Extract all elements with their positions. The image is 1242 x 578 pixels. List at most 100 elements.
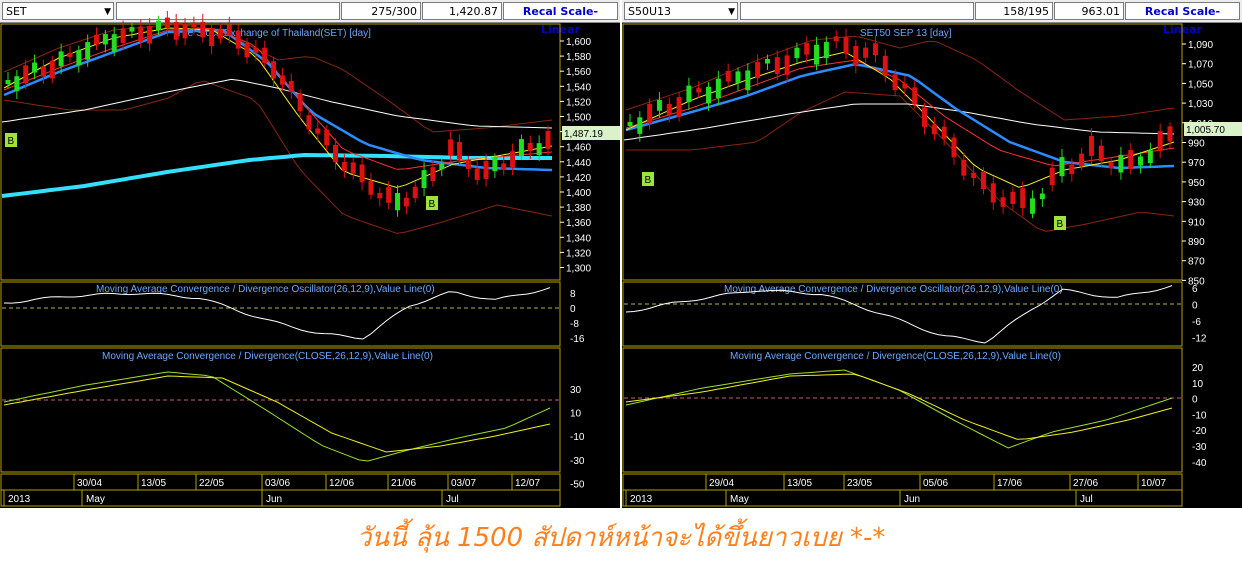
- price-tick-label: 890: [1188, 237, 1205, 248]
- candle-body: [226, 24, 232, 36]
- candle-body: [912, 87, 918, 105]
- price-tick-label: 1,360: [566, 218, 591, 229]
- white-moving-average-line: [1, 78, 553, 129]
- macd-tick-label: -50: [570, 479, 585, 490]
- oscillator-tick-label: -6: [1192, 317, 1201, 328]
- month-label: Jun: [266, 494, 282, 505]
- price-tick-label: 910: [1188, 217, 1205, 228]
- date-label: 21/06: [391, 478, 416, 489]
- candle-body: [951, 137, 957, 158]
- buy-signal-label: B: [8, 136, 15, 147]
- oscillator-line: [3, 287, 551, 340]
- candle-body: [474, 168, 480, 181]
- last-price-label: 1,005.70: [1186, 125, 1225, 136]
- candle-body: [892, 74, 898, 91]
- candle-body: [341, 161, 347, 171]
- price-tick-label: 1,440: [566, 158, 591, 169]
- candle-body: [14, 76, 20, 92]
- macd-tick-label: -40: [1192, 458, 1207, 469]
- candle-body: [823, 42, 829, 59]
- candle-body: [1118, 154, 1124, 173]
- price-tick-label: 1,380: [566, 203, 591, 214]
- candle-body: [1079, 153, 1085, 167]
- macd-pane: [0, 347, 561, 473]
- oscillator-tick-label: 0: [1192, 301, 1198, 312]
- buy-signal-label: B: [429, 199, 436, 210]
- candle-body: [102, 34, 108, 45]
- oscillator-tick-label: -8: [570, 319, 579, 330]
- candle-body: [990, 183, 996, 203]
- candle-body: [922, 107, 928, 127]
- price-tick-label: 870: [1188, 257, 1205, 268]
- candle-body: [67, 52, 73, 57]
- macd-tick-label: 0: [1192, 395, 1198, 406]
- price-tick-label: 1,420: [566, 173, 591, 184]
- left-chart-canvas[interactable]: The Stock Exchange of Thailand(SET) [day…: [0, 0, 620, 508]
- candle-body: [465, 160, 471, 169]
- candle-body: [271, 61, 277, 79]
- candle-body: [725, 70, 731, 82]
- price-tick-label: 1,600: [566, 37, 591, 48]
- caption-text: วันนี้ ลุ้น 1500 สัปดาห์หน้าจะได้ขึ้นยาว…: [356, 523, 886, 553]
- buy-signal-label: B: [1057, 219, 1064, 230]
- candle-body: [784, 55, 790, 75]
- candle-body: [666, 103, 672, 116]
- date-label: 27/06: [1073, 478, 1098, 489]
- price-tick-label: 1,580: [566, 52, 591, 63]
- candle-body: [1039, 193, 1045, 200]
- candle-body: [1167, 126, 1173, 142]
- candle-body: [253, 47, 259, 53]
- date-label: 29/04: [709, 478, 734, 489]
- macd-line: [625, 369, 1173, 449]
- candle-body: [164, 17, 170, 29]
- candle-body: [637, 117, 643, 134]
- candle-body: [421, 170, 427, 189]
- candle-body: [1138, 156, 1144, 166]
- candle-body: [686, 85, 692, 102]
- candle-body: [439, 163, 445, 170]
- date-label: 12/07: [515, 478, 540, 489]
- candle-body: [483, 161, 489, 180]
- month-label: Jun: [904, 494, 920, 505]
- candle-body: [244, 43, 250, 58]
- signal-line: [625, 373, 1173, 440]
- yellow-moving-average-line: [625, 51, 1175, 188]
- candle-body: [1020, 188, 1026, 209]
- candle-body: [395, 193, 401, 211]
- price-tick-label: 1,460: [566, 143, 591, 154]
- macd-pane: [622, 347, 1183, 473]
- price-tick-label: 990: [1188, 139, 1205, 150]
- candle-body: [191, 22, 197, 28]
- date-label: 13/05: [141, 478, 166, 489]
- candle-body: [430, 167, 436, 182]
- candle-body: [1157, 131, 1163, 151]
- candle-body: [492, 157, 498, 172]
- candle-body: [333, 144, 339, 163]
- price-tick-label: 1,400: [566, 188, 591, 199]
- candle-body: [510, 151, 516, 168]
- price-tick-label: 970: [1188, 158, 1205, 169]
- candle-body: [297, 93, 303, 112]
- date-label: 13/05: [787, 478, 812, 489]
- price-tick-label: 1,560: [566, 67, 591, 78]
- candle-body: [872, 43, 878, 56]
- candle-body: [129, 27, 135, 32]
- candle-body: [902, 83, 908, 89]
- candle-body: [1030, 198, 1036, 214]
- candle-body: [403, 197, 409, 207]
- candle-body: [412, 186, 418, 199]
- oscillator-tick-label: 0: [570, 304, 576, 315]
- candle-body: [518, 139, 524, 157]
- candle-body: [147, 26, 153, 44]
- right-chart-canvas[interactable]: SET50 SEP 13 [day] Moving Average Converg…: [622, 0, 1242, 508]
- candle-body: [853, 45, 859, 66]
- price-tick-label: 1,030: [1188, 99, 1213, 110]
- candle-body: [863, 47, 869, 58]
- candle-body: [1098, 145, 1104, 161]
- macd-tick-label: -20: [1192, 426, 1207, 437]
- price-tick-label: 1,520: [566, 97, 591, 108]
- candle-body: [76, 50, 82, 66]
- candle-body: [647, 103, 653, 124]
- candle-body: [774, 57, 780, 75]
- price-tick-label: 950: [1188, 178, 1205, 189]
